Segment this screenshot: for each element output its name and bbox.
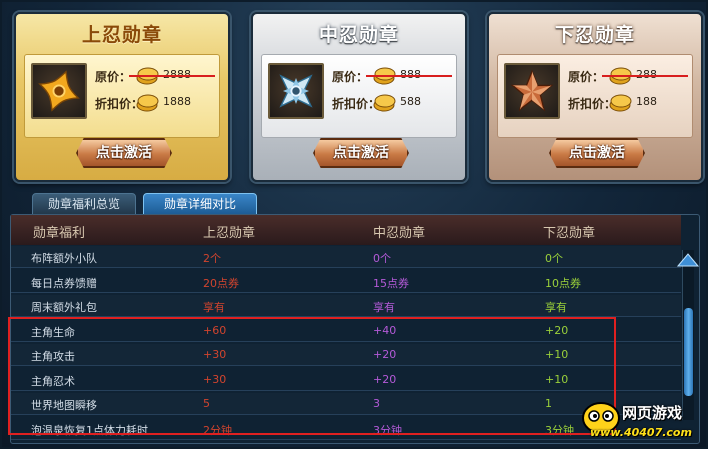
card-title: 上忍勋章: [81, 24, 162, 46]
middle-medal-value: 享有: [373, 301, 395, 314]
scroll-up-arrow-icon[interactable]: [676, 252, 700, 268]
original-price-label: 原价：: [568, 70, 605, 84]
scrollbar-thumb[interactable]: [684, 308, 693, 396]
card-title: 中忍勋章: [318, 24, 399, 46]
benefit-name: 主角生命: [31, 325, 75, 339]
card-body: 原价： 888 折扣价： 588: [261, 54, 457, 138]
card-body: 原价： 2888 折扣价： 1888: [24, 54, 220, 138]
middle-medal-value: 15点券: [373, 276, 409, 290]
upper-ninja-medal-card: 上忍勋章 原价： 2888 折扣价： 1888 点击激活: [14, 12, 230, 182]
benefit-name: 布阵额外小队: [31, 252, 97, 265]
middle-medal-value: +20: [373, 348, 397, 361]
table-row: 布阵额外小队 2个 0个 0个: [11, 246, 681, 268]
original-price-row: 原价： 288: [568, 65, 690, 87]
lower-medal-value: 享有: [545, 301, 567, 314]
discount-price-value: 1888: [163, 95, 191, 108]
benefit-name: 主角攻击: [31, 350, 75, 363]
upper-medal-value: +30: [203, 348, 227, 361]
original-price-label: 原价：: [95, 70, 132, 84]
table-row: 主角忍术 +30 +20 +10: [11, 369, 681, 391]
upper-medal-value: +30: [203, 372, 227, 386]
lower-medal-value: 3分钟: [545, 423, 574, 437]
table-row: 主角攻击 +30 +20 +10: [11, 344, 681, 366]
lower-medal-value: +10: [545, 348, 569, 361]
header-middle-medal: 中忍勋章: [373, 226, 426, 241]
table-row: 周末额外礼包 享有 享有 享有: [11, 295, 681, 317]
middle-medal-value: +20: [373, 372, 397, 386]
upper-medal-value: +60: [203, 323, 227, 337]
benefit-name: 周末额外礼包: [31, 301, 97, 314]
original-price-row: 原价： 888: [332, 65, 454, 87]
upper-medal-value: 2个: [203, 252, 221, 265]
upper-medal-value: 享有: [203, 301, 225, 314]
strike-through-line: [366, 75, 452, 77]
benefit-name: 主角忍术: [31, 374, 75, 388]
golden-shuriken-icon: [31, 63, 87, 119]
card-title: 下忍勋章: [554, 24, 635, 46]
middle-medal-value: +40: [373, 323, 397, 337]
table-header: 勋章福利 上忍勋章 中忍勋章 下忍勋章: [11, 215, 681, 245]
benefit-name: 泡温泉恢复1点体力耗时: [31, 423, 148, 437]
benefit-name: 每日点券馈赠: [31, 276, 97, 290]
middle-medal-value: 3: [373, 397, 380, 410]
activate-button[interactable]: 点击激活: [549, 138, 645, 168]
strike-through-line: [129, 75, 215, 77]
gold-coin-icon: [609, 94, 632, 112]
site-watermark: 网页游戏 www.40407.com: [580, 398, 704, 444]
discount-price-row: 折扣价： 1888: [95, 92, 217, 114]
bronze-star-icon: [504, 63, 560, 119]
discount-price-value: 188: [636, 95, 657, 108]
original-price-label: 原价：: [332, 70, 369, 84]
table-row: 主角生命 +60 +40 +20: [11, 320, 681, 342]
middle-medal-value: 3分钟: [373, 423, 402, 437]
card-body: 原价： 288 折扣价： 188: [497, 54, 693, 138]
header-lower-medal: 下忍勋章: [543, 226, 596, 241]
watermark-url: www.40407.com: [590, 426, 692, 439]
benefit-name: 世界地图瞬移: [31, 399, 97, 412]
table-row: 每日点券馈赠 20点券 15点券 10点券: [11, 271, 681, 293]
discount-price-row: 折扣价： 588: [332, 92, 454, 114]
activate-button[interactable]: 点击激活: [76, 138, 172, 168]
tab-medal-benefits-overview[interactable]: 勋章福利总览: [32, 193, 136, 215]
tab-medal-detail-comparison[interactable]: 勋章详细对比: [143, 193, 257, 215]
gold-coin-icon: [136, 94, 159, 112]
lower-medal-value: 10点券: [545, 276, 581, 290]
header-benefit: 勋章福利: [33, 226, 86, 241]
lower-medal-value: 1: [545, 397, 552, 410]
strike-through-line: [602, 75, 688, 77]
lower-medal-value: 0个: [545, 252, 563, 265]
upper-medal-value: 20点券: [203, 276, 239, 290]
lower-medal-value: +20: [545, 323, 569, 337]
watermark-title: 网页游戏: [622, 404, 683, 422]
lower-medal-value: +10: [545, 372, 569, 386]
gold-coin-icon: [373, 94, 396, 112]
upper-medal-value: 2分钟: [203, 423, 232, 437]
discount-price-value: 588: [400, 95, 421, 108]
header-upper-medal: 上忍勋章: [203, 226, 256, 241]
middle-ninja-medal-card: 中忍勋章 原价： 888 折扣价： 588 点击激活: [251, 12, 467, 182]
silver-shuriken-icon: [268, 63, 324, 119]
middle-medal-value: 0个: [373, 252, 391, 265]
activate-button[interactable]: 点击激活: [313, 138, 409, 168]
discount-price-row: 折扣价： 188: [568, 92, 690, 114]
lower-ninja-medal-card: 下忍勋章 原价： 288 折扣价： 188 点击激活: [487, 12, 703, 182]
upper-medal-value: 5: [203, 397, 210, 410]
original-price-row: 原价： 2888: [95, 65, 217, 87]
